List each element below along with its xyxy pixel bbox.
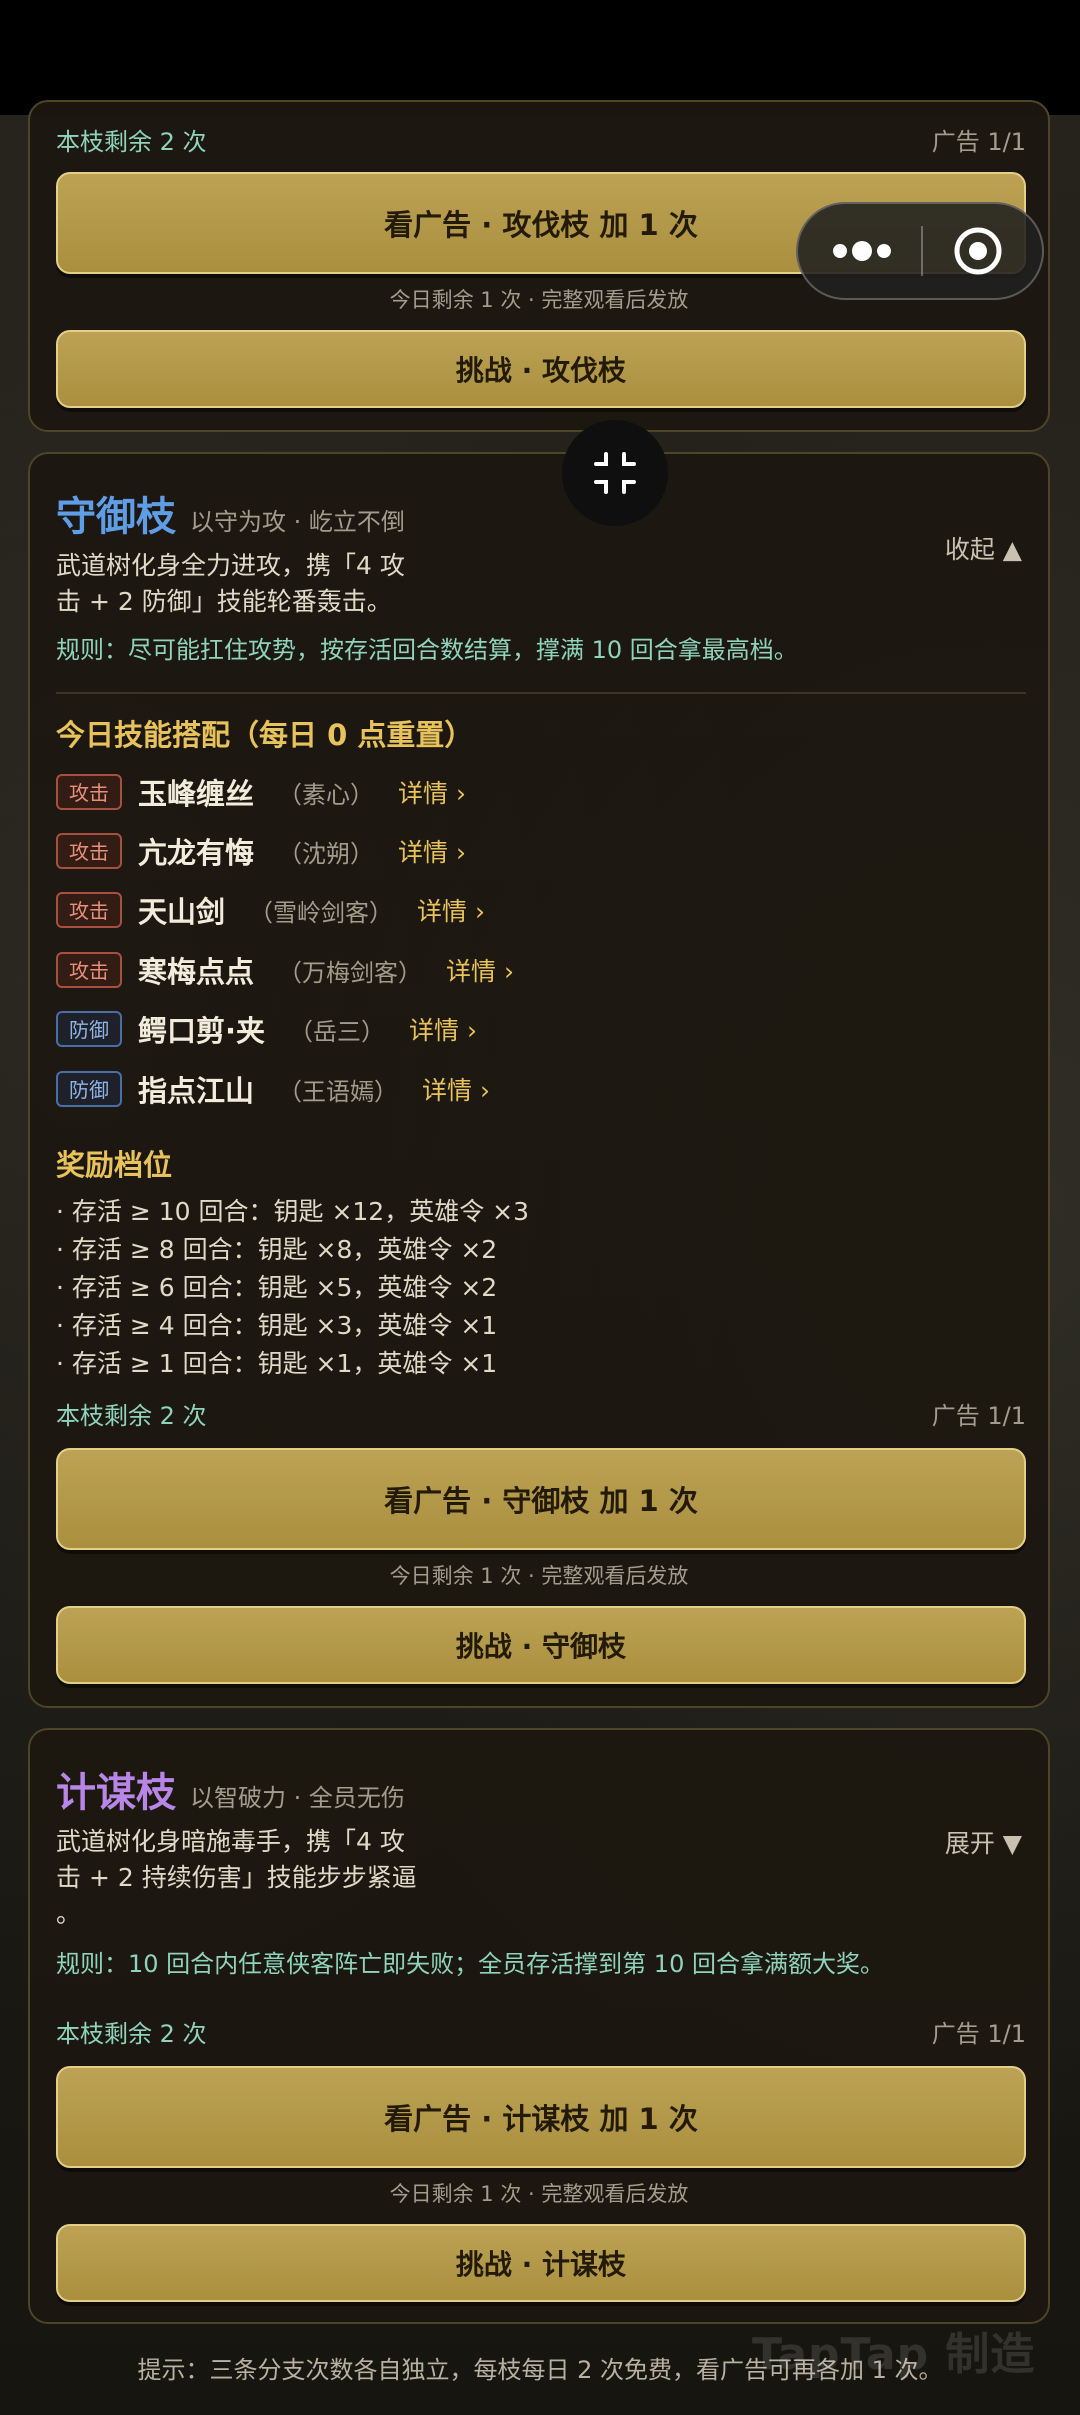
defense-remain-text: 本枝剩余 2 次	[56, 1402, 207, 1430]
skill-name: 天山剑	[138, 895, 226, 929]
skill-details-link[interactable]: 详情 ›	[422, 1071, 490, 1107]
reward-tier: · 存活 ≥ 1 回合：钥匙 ×1，英雄令 ×1	[56, 1349, 498, 1378]
defense-description-line1: 武道树化身全力进攻，携「4 攻	[56, 551, 405, 580]
strategy-description-line1: 武道树化身暗施毒手，携「4 攻	[56, 1827, 405, 1856]
attack-tag: 攻击	[56, 952, 122, 988]
skill-row: 攻击 亢龙有悔 （沈朔） 详情 ›	[56, 829, 466, 873]
strategy-watch-ad-button[interactable]: 看广告 · 计谋枝 加 1 次	[56, 2066, 1026, 2168]
skill-name: 玉峰缠丝	[138, 777, 255, 811]
reward-tier: · 存活 ≥ 6 回合：钥匙 ×5，英雄令 ×2	[56, 1273, 498, 1302]
attack-tag: 攻击	[56, 833, 122, 869]
close-miniprogram-icon[interactable]	[924, 204, 1042, 298]
skill-source: （王语嫣）	[278, 1077, 399, 1106]
strategy-subtitle: 以智破力 · 全员无伤	[190, 1784, 405, 1812]
defense-ad-note: 今日剩余 1 次 · 完整观看后发放	[389, 1564, 689, 1588]
divider	[56, 692, 1026, 694]
defense-branch-panel: 守御枝 以守为攻 · 屹立不倒 收起 ▲ 武道树化身全力进攻，携「4 攻 击 +…	[28, 452, 1050, 1708]
skill-name: 指点江山	[138, 1074, 255, 1108]
strategy-branch-panel: 计谋枝 以智破力 · 全员无伤 展开 ▼ 武道树化身暗施毒手，携「4 攻 击 +…	[28, 1728, 1050, 2324]
defense-collapse-toggle[interactable]: 收起 ▲	[945, 530, 1022, 566]
skill-details-link[interactable]: 详情 ›	[446, 952, 514, 988]
skill-name: 亢龙有悔	[138, 836, 255, 870]
strategy-title: 计谋枝	[56, 1770, 176, 1816]
strategy-challenge-button[interactable]: 挑战 · 计谋枝	[56, 2224, 1026, 2302]
strategy-description-line2: 击 + 2 持续伤害」技能步步紧逼	[56, 1863, 417, 1892]
attack-tag: 攻击	[56, 774, 122, 810]
skill-details-link[interactable]: 详情 ›	[398, 774, 466, 810]
skill-source: （岳三）	[289, 1017, 386, 1046]
strategy-description-line3: 。	[56, 1899, 82, 1928]
strategy-ad-note: 今日剩余 1 次 · 完整观看后发放	[389, 2182, 689, 2206]
floating-minimize-button[interactable]	[562, 420, 668, 526]
skills-heading: 今日技能搭配（每日 0 点重置）	[56, 718, 474, 752]
attack-ad-count: 广告 1/1	[931, 128, 1026, 156]
skill-source: （万梅剑客）	[278, 958, 423, 987]
skill-row: 攻击 天山剑 （雪岭剑客） 详情 ›	[56, 888, 485, 932]
skill-row: 攻击 寒梅点点 （万梅剑客） 详情 ›	[56, 948, 514, 992]
strategy-header: 计谋枝 以智破力 · 全员无伤	[56, 1760, 405, 1818]
skill-row: 防御 指点江山 （王语嫣） 详情 ›	[56, 1067, 490, 1111]
defense-title: 守御枝	[56, 494, 176, 540]
defense-header: 守御枝 以守为攻 · 屹立不倒	[56, 484, 405, 542]
defense-subtitle: 以守为攻 · 屹立不倒	[190, 508, 405, 536]
skill-row: 防御 鳄口剪·夹 （岳三） 详情 ›	[56, 1007, 477, 1051]
rewards-heading: 奖励档位	[56, 1148, 173, 1182]
defense-rule: 规则：尽可能扛住攻势，按存活回合数结算，撑满 10 回合拿最高档。	[56, 636, 798, 664]
taptap-watermark: TapTap 制造	[752, 2329, 1036, 2380]
reward-tier: · 存活 ≥ 8 回合：钥匙 ×8，英雄令 ×2	[56, 1235, 498, 1264]
strategy-rule: 规则：10 回合内任意侠客阵亡即失败；全员存活撑到第 10 回合拿满额大奖。	[56, 1950, 884, 1978]
skill-source: （素心）	[278, 780, 375, 809]
defense-description-line2: 击 + 2 防御」技能轮番轰击。	[56, 587, 392, 616]
attack-remain-text: 本枝剩余 2 次	[56, 128, 207, 156]
defense-tag: 防御	[56, 1011, 122, 1047]
attack-challenge-button[interactable]: 挑战 · 攻伐枝	[56, 330, 1026, 408]
capsule-divider	[921, 226, 923, 276]
skill-row: 攻击 玉峰缠丝 （素心） 详情 ›	[56, 770, 466, 814]
skill-details-link[interactable]: 详情 ›	[409, 1011, 477, 1047]
reward-tier: · 存活 ≥ 4 回合：钥匙 ×3，英雄令 ×1	[56, 1311, 498, 1340]
miniprogram-capsule	[796, 202, 1044, 300]
strategy-ad-count: 广告 1/1	[931, 2020, 1026, 2048]
strategy-expand-toggle[interactable]: 展开 ▼	[945, 1824, 1022, 1860]
minimize-icon	[594, 452, 636, 494]
defense-tag: 防御	[56, 1071, 122, 1107]
skill-source: （沈朔）	[278, 839, 375, 868]
skill-details-link[interactable]: 详情 ›	[398, 833, 466, 869]
more-options-icon[interactable]	[798, 204, 922, 298]
reward-tier: · 存活 ≥ 10 回合：钥匙 ×12，英雄令 ×3	[56, 1197, 529, 1226]
strategy-remain-text: 本枝剩余 2 次	[56, 2020, 207, 2048]
defense-watch-ad-button[interactable]: 看广告 · 守御枝 加 1 次	[56, 1448, 1026, 1550]
skill-source: （雪岭剑客）	[249, 898, 394, 927]
attack-tag: 攻击	[56, 892, 122, 928]
skill-name: 寒梅点点	[138, 955, 255, 989]
defense-challenge-button[interactable]: 挑战 · 守御枝	[56, 1606, 1026, 1684]
skill-details-link[interactable]: 详情 ›	[417, 892, 485, 928]
defense-ad-count: 广告 1/1	[931, 1402, 1026, 1430]
skill-name: 鳄口剪·夹	[138, 1014, 266, 1048]
